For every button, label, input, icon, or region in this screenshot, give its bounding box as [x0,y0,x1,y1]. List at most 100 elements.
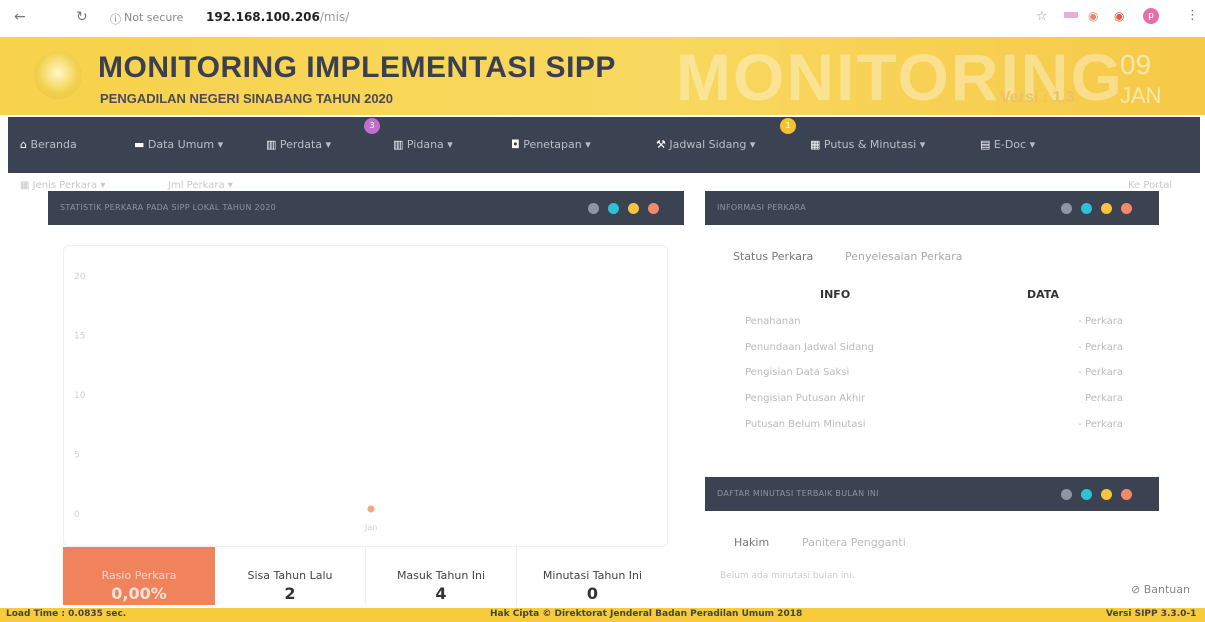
stat-minutasi-tahun-ini: Minutasi Tahun Ini 0 [517,547,668,605]
nav-label: Putus & Minutasi ▾ [823,138,926,151]
minutasi-panel-header: DAFTAR MINUTASI TERBAIK BULAN INI [705,477,1159,511]
load-time: Load Time : 0.0835 sec. [6,609,127,619]
document-icon: ▤ [980,138,991,151]
data-point[interactable] [367,505,375,513]
refresh-icon[interactable] [1081,203,1092,214]
info-label: Penahanan [745,316,801,327]
close-icon[interactable] [648,203,659,214]
help-button[interactable]: ⊘ Bantuan [1131,583,1190,596]
stat-value: 2 [284,584,296,603]
close-icon[interactable] [1121,489,1132,500]
stats-panel-header: STATISTIK PERKARA PADA SIPP LOKAL TAHUN … [48,191,684,225]
copyright: Hak Cipta © Direktorat Jenderal Badan Pe… [490,609,803,619]
filter-jenis-perkara[interactable]: ▦ Jenis Perkara ▾ [20,180,105,191]
y-tick-label: 0 [74,510,80,520]
version-label: Versi : 1.3 [1000,89,1075,106]
back-icon[interactable]: ← [14,9,26,25]
info-row: Penahanan - Perkara [745,316,1123,327]
minutasi-panel-title: DAFTAR MINUTASI TERBAIK BULAN INI [717,489,879,498]
stats-row: Rasio Perkara 0,00% Sisa Tahun Lalu 2 Ma… [63,547,668,605]
nav-pidana[interactable]: ▥ Pidana ▾ [393,138,453,151]
stat-masuk-tahun-ini: Masuk Tahun Ini 4 [366,547,517,605]
nav-beranda[interactable]: ⌂ Beranda [20,138,77,151]
stats-panel-title: STATISTIK PERKARA PADA SIPP LOKAL TAHUN … [60,203,277,212]
stat-value: 0 [586,584,599,603]
x-tick-label: Jan [364,523,377,532]
url-path: /mis/ [319,10,350,24]
site-banner: MONITORING MONITORING IMPLEMENTASI SIPP … [0,37,1205,115]
filter-label: Jml Perkara ▾ [168,180,233,191]
col-data-header: DATA [1027,288,1059,301]
info-row: Pengisian Data Saksi - Perkara [745,367,1123,378]
help-circle-icon: ⊘ [1131,583,1144,596]
minimize-icon[interactable] [1101,489,1112,500]
y-tick-label: 5 [74,451,80,461]
nav-label: Penetapan ▾ [523,138,591,151]
page-subtitle: PENGADILAN NEGERI SINABANG TAHUN 2020 [100,91,394,106]
info-value: - Perkara [1078,316,1123,327]
stat-label: Masuk Tahun Ini [396,569,486,582]
folder-icon: ▬ [134,138,145,151]
filter-label: Ke Portal [1128,180,1173,191]
date-day: 09 [1120,49,1152,80]
stat-rasio-perkara: Rasio Perkara 0,00% [63,547,215,605]
extension-icon[interactable]: ◉ [1088,9,1098,23]
line-chart: 20 15 10 5 0 Jan [74,272,377,532]
refresh-icon[interactable] [608,203,619,214]
extension-icon[interactable] [1064,12,1078,18]
tab-penyelesaian-perkara[interactable]: Penyelesaian Perkara [845,250,963,263]
browser-toolbar: ← ↻ ⓘ Not secure 192.168.100.206/mis/ ☆ … [0,0,1205,36]
avatar[interactable]: p [1143,8,1159,24]
url-bar[interactable]: 192.168.100.206/mis/ [206,10,349,24]
star-icon[interactable]: ☆ [1036,9,1048,24]
nav-label: Data Umum ▾ [147,138,224,151]
app-version: Versi SIPP 3.3.0-1 [1106,609,1197,619]
tab-status-perkara[interactable]: Status Perkara [733,250,813,263]
nav-label: Beranda [30,138,77,151]
court-logo [34,51,82,99]
close-icon[interactable] [1121,203,1132,214]
y-tick-label: 20 [74,272,86,282]
minimize-icon[interactable] [1101,203,1112,214]
reload-icon[interactable]: ↻ [76,9,88,25]
minimize-icon[interactable] [628,203,639,214]
nav-penetapan[interactable]: ◘ Penetapan ▾ [511,138,591,151]
nav-data-umum[interactable]: ▬ Data Umum ▾ [134,138,223,151]
nav-label: Pidana ▾ [406,138,453,151]
filter-jml-perkara[interactable]: Jml Perkara ▾ [168,180,233,191]
nav-jadwal-sidang[interactable]: ⚒ Jadwal Sidang ▾ [656,138,755,151]
nav-perdata[interactable]: ▥ Perdata ▾ [266,138,331,151]
nav-label: Jadwal Sidang ▾ [669,138,756,151]
help-icon[interactable] [588,203,599,214]
info-row: Penundaan Jadwal Sidang - Perkara [745,342,1123,353]
tab-hakim[interactable]: Hakim [734,536,769,549]
info-row: Putusan Belum Minutasi - Perkara [745,419,1123,430]
filter-label: Jenis Perkara ▾ [32,180,106,191]
help-icon[interactable] [1061,489,1072,500]
extension-icon[interactable]: ◉ [1114,9,1124,23]
tab-panitera-pengganti[interactable]: Panitera Pengganti [802,536,906,549]
info-label: Pengisian Data Saksi [745,367,850,378]
portal-link[interactable]: Ke Portal [1128,180,1172,191]
info-panel-title: INFORMASI PERKARA [717,203,806,212]
info-value: - Perkara [1078,419,1123,430]
info-icon[interactable]: ⓘ [110,11,121,27]
stat-label: Sisa Tahun Lalu [247,569,333,582]
help-icon[interactable] [1061,203,1072,214]
nav-e-doc[interactable]: ▤ E-Doc ▾ [980,138,1035,151]
perdata-badge: 3 [364,118,380,134]
stat-value: 0,00% [111,584,167,603]
y-tick-label: 10 [74,391,86,401]
home-icon: ⌂ [20,138,27,151]
stat-label: Rasio Perkara [101,569,177,582]
info-label: Putusan Belum Minutasi [745,419,866,430]
info-panel-header: INFORMASI PERKARA [705,191,1159,225]
url-host: 192.168.100.206 [206,10,320,24]
refresh-icon[interactable] [1081,489,1092,500]
calendar-icon: ▦ [810,138,821,151]
menu-icon[interactable]: ⋮ [1186,8,1199,23]
stat-label: Minutasi Tahun Ini [542,569,643,582]
bank-icon: ▥ [393,138,404,151]
info-value: - Perkara [1078,342,1123,353]
nav-putus-minutasi[interactable]: ▦ Putus & Minutasi ▾ [810,138,925,151]
